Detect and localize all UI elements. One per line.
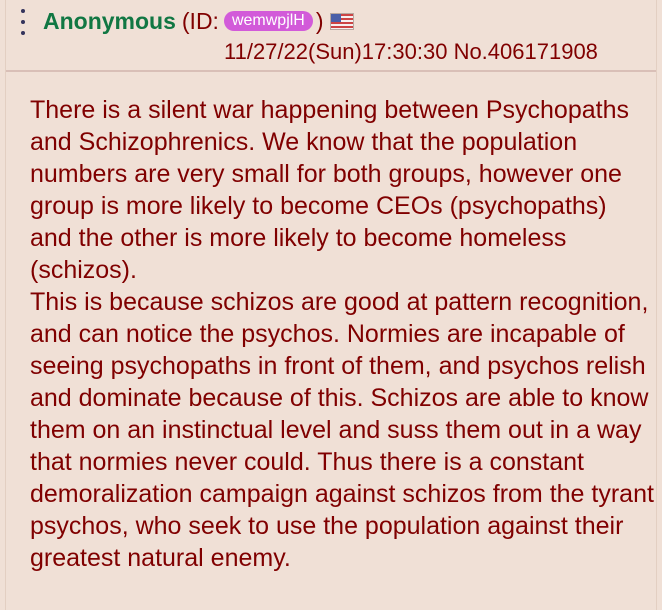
- menu-dot: [21, 9, 25, 13]
- poster-info: Anonymous (ID: wemwpjlH ): [43, 7, 354, 35]
- menu-dot: [21, 20, 25, 24]
- post-meta: 11/27/22(Sun)17:30:30 No.406171908: [224, 39, 598, 65]
- post-number-link[interactable]: No.406171908: [454, 39, 598, 64]
- post-timestamp: 11/27/22(Sun)17:30:30: [224, 39, 448, 64]
- post-container: Anonymous (ID: wemwpjlH ) 11/27/22(Sun)1…: [5, 0, 657, 610]
- menu-dot: [21, 31, 25, 35]
- poster-id: (ID: wemwpjlH ): [182, 7, 324, 35]
- poster-id-suffix: ): [315, 8, 324, 34]
- post-header: Anonymous (ID: wemwpjlH ) 11/27/22(Sun)1…: [6, 0, 656, 72]
- post-paragraph: This is because schizos are good at patt…: [30, 288, 654, 572]
- poster-id-badge[interactable]: wemwpjlH: [223, 11, 313, 31]
- post-menu-icon[interactable]: [20, 9, 26, 35]
- us-flag-icon: [329, 12, 354, 30]
- poster-name[interactable]: Anonymous: [43, 7, 176, 35]
- poster-id-prefix: (ID:: [181, 8, 219, 34]
- post-paragraph: There is a silent war happening between …: [30, 96, 629, 284]
- post-body: There is a silent war happening between …: [30, 94, 655, 574]
